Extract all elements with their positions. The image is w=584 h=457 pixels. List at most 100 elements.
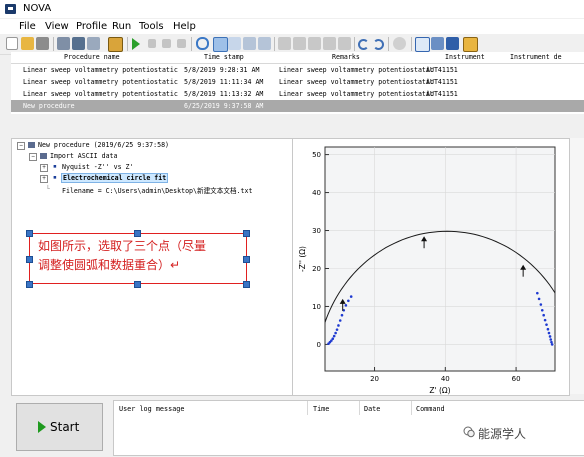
col-time[interactable]: Time [313, 405, 329, 413]
collapse-icon[interactable]: − [17, 142, 25, 150]
menu-view[interactable]: View [45, 21, 69, 32]
grid3-icon[interactable] [243, 37, 256, 50]
window-title: NOVA [23, 3, 52, 14]
pause-icon[interactable] [148, 39, 156, 48]
callout-line-1: 如图所示，选取了三个点（尽量 [38, 239, 207, 253]
menu-profile[interactable]: Profile [76, 21, 107, 32]
resize-handle[interactable] [243, 230, 250, 237]
export-icon[interactable] [463, 37, 478, 52]
resize-handle[interactable] [26, 281, 33, 288]
data-point [546, 327, 550, 331]
grid-icon[interactable] [213, 37, 228, 52]
col-instrument-description[interactable]: Instrument de [510, 53, 562, 61]
plot-area [324, 146, 556, 372]
nyquist-plot-panel: 20 40 60 0 10 20 30 40 50 Z' (Ω) -Z'' (Ω) [292, 138, 570, 396]
chart2-icon[interactable] [323, 37, 336, 50]
y-tick-label: 0 [317, 341, 321, 349]
expand-icon[interactable]: + [40, 164, 48, 172]
tree-root[interactable]: New procedure (2019/6/25 9:37:58) [38, 141, 169, 149]
menu-help[interactable]: Help [173, 21, 196, 32]
link2-icon[interactable] [293, 37, 306, 50]
command-icon [40, 153, 47, 159]
menu-run[interactable]: Run [112, 21, 131, 32]
menu-tools[interactable]: Tools [139, 21, 164, 32]
resize-handle[interactable] [26, 230, 33, 237]
import-icon[interactable] [108, 37, 123, 52]
table-row[interactable]: Linear sweep voltammetry potentiostatic … [11, 64, 584, 76]
table-icon[interactable] [446, 37, 459, 50]
y-tick-label: 30 [312, 227, 321, 235]
y-tick-label: 20 [312, 265, 321, 273]
window-icon[interactable] [415, 37, 430, 52]
table-row-selected[interactable]: New procedure 6/25/2019 9:37:58 AM [11, 100, 584, 112]
help-icon[interactable] [196, 37, 209, 50]
paste-icon[interactable] [87, 37, 100, 50]
procedure-icon [28, 142, 35, 148]
col-user-log-message[interactable]: User log message [119, 405, 184, 413]
nyquist-chart[interactable]: 20 40 60 0 10 20 30 40 50 Z' (Ω) -Z'' (Ω) [293, 139, 569, 395]
y-tick-label: 40 [312, 189, 321, 197]
cut-icon[interactable] [57, 37, 70, 50]
col-date[interactable]: Date [364, 405, 380, 413]
link-icon[interactable] [278, 37, 291, 50]
redo-icon[interactable] [373, 39, 384, 50]
resize-handle[interactable] [243, 256, 250, 263]
data-point [550, 340, 553, 344]
data-point [547, 331, 551, 335]
table-row[interactable]: Linear sweep voltammetry potentiostatic … [11, 88, 584, 100]
start-button[interactable]: Start [16, 403, 103, 451]
splitter[interactable] [0, 128, 584, 138]
data-point [539, 303, 543, 306]
col-instrument[interactable]: Instrument [445, 53, 485, 61]
new-icon[interactable] [6, 37, 18, 50]
x-tick-label: 60 [512, 375, 521, 383]
procedure-grid: Procedure name Time stamp Remarks Instru… [11, 52, 584, 114]
data-point [332, 334, 336, 338]
skip-icon[interactable] [177, 39, 186, 48]
table-row[interactable]: Linear sweep voltammetry potentiostatic … [11, 76, 584, 88]
copy-icon[interactable] [72, 37, 85, 50]
data-point [338, 319, 342, 322]
data-point [545, 323, 548, 326]
stop-icon[interactable] [162, 39, 171, 48]
tree-nyquist-plot[interactable]: Nyquist -Z'' vs Z' [62, 163, 133, 171]
data-point [550, 343, 554, 346]
menu-file[interactable]: File [19, 21, 36, 32]
col-time-stamp[interactable]: Time stamp [204, 53, 244, 61]
plot-icon[interactable] [431, 37, 444, 50]
data-point [331, 337, 335, 341]
y-tick-label: 10 [312, 303, 321, 311]
col-command[interactable]: Command [416, 405, 445, 413]
title-bar: NOVA [0, 0, 584, 18]
watermark: 能源学人 [478, 427, 527, 441]
options-icon[interactable] [393, 37, 406, 50]
vertical-scrollbar[interactable] [570, 138, 584, 394]
tree-electrochemical-circle-fit[interactable]: Electrochemical circle fit [61, 173, 169, 183]
data-point [537, 297, 541, 301]
col-procedure-name[interactable]: Procedure name [64, 53, 120, 61]
print-icon[interactable] [36, 37, 49, 50]
data-point [335, 328, 339, 331]
collapse-icon[interactable]: − [29, 153, 37, 161]
col-remarks[interactable]: Remarks [332, 53, 360, 61]
data-point [543, 318, 547, 322]
tree-filename: Filename = C:\Users\admin\Desktop\新建文本文档… [62, 187, 253, 195]
resize-handle[interactable] [134, 281, 141, 288]
chart3-icon[interactable] [338, 37, 351, 50]
menu-bar: File View Profile Run Tools Help [0, 19, 584, 34]
tree-import-ascii[interactable]: Import ASCII data [50, 152, 118, 160]
play-icon[interactable] [132, 38, 140, 50]
data-point [334, 331, 337, 335]
grid4-icon[interactable] [258, 37, 271, 50]
resize-handle[interactable] [243, 281, 250, 288]
grid2-icon[interactable] [228, 37, 241, 50]
open-icon[interactable] [21, 37, 34, 50]
data-point [540, 308, 544, 312]
expand-icon[interactable]: + [40, 175, 48, 183]
undo-icon[interactable] [358, 39, 369, 50]
chart-icon[interactable] [308, 37, 321, 50]
y-axis-label: -Z'' (Ω) [298, 246, 307, 272]
resize-handle[interactable] [26, 256, 33, 263]
wechat-icon [463, 426, 475, 438]
resize-handle[interactable] [134, 230, 141, 237]
